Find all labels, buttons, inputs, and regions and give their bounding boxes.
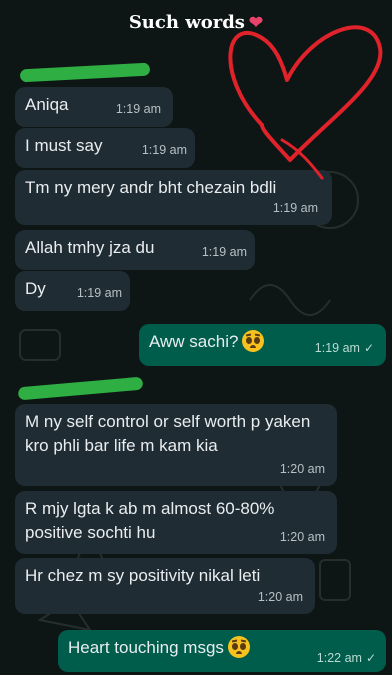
- message-text: Aniqa: [25, 95, 69, 114]
- outgoing-message[interactable]: Heart touching msgs 1:22 am ✓: [58, 630, 386, 672]
- message-text: R mjy lgta k ab m almost 60-80% positive…: [25, 499, 275, 542]
- message-time: 1:22 am ✓: [317, 646, 376, 670]
- message-text: I must say: [25, 136, 103, 155]
- message-time: 1:19 am ✓: [315, 336, 374, 360]
- message-text: Heart touching msgs: [68, 638, 224, 657]
- pleading-face-emoji-icon: [227, 636, 250, 658]
- outgoing-message[interactable]: Aww sachi? 1:19 am ✓: [139, 324, 386, 366]
- message-time: 1:20 am: [279, 462, 325, 476]
- message-text: Dy: [25, 279, 46, 298]
- incoming-message[interactable]: Tm ny mery andr bht chezain bdli 1:19 am: [15, 170, 332, 225]
- message-text: M ny self control or self worth p yaken …: [25, 412, 311, 455]
- sent-check-icon: ✓: [365, 651, 376, 665]
- message-time: 1:19 am: [141, 143, 187, 157]
- incoming-message[interactable]: I must say 1:19 am: [15, 128, 195, 168]
- message-text: Tm ny mery andr bht chezain bdli: [25, 178, 277, 197]
- message-time-text: 1:19 am: [314, 341, 360, 355]
- incoming-message[interactable]: M ny self control or self worth p yaken …: [15, 404, 337, 486]
- message-time: 1:19 am: [272, 201, 318, 215]
- message-time: 1:20 am: [257, 590, 303, 604]
- title-text: Such words: [128, 12, 245, 33]
- message-text: Allah tmhy jza du: [25, 238, 155, 257]
- screenshot-title: Such words ❤: [0, 12, 392, 33]
- message-time: 1:19 am: [115, 102, 161, 116]
- message-time: 1:19 am: [201, 245, 247, 259]
- incoming-message[interactable]: Allah tmhy jza du 1:19 am: [15, 230, 255, 270]
- incoming-message[interactable]: Dy 1:19 am: [15, 271, 130, 311]
- message-text: Aww sachi?: [149, 332, 239, 351]
- incoming-message[interactable]: Aniqa 1:19 am: [15, 87, 173, 127]
- message-time: 1:19 am: [76, 286, 122, 300]
- incoming-message[interactable]: R mjy lgta k ab m almost 60-80% positive…: [15, 491, 337, 554]
- sent-check-icon: ✓: [363, 341, 374, 355]
- incoming-message[interactable]: Hr chez m sy positivity nikal leti 1:20 …: [15, 558, 315, 614]
- message-time: 1:20 am: [279, 530, 325, 544]
- message-text: Hr chez m sy positivity nikal leti: [25, 566, 261, 585]
- heart-icon: ❤: [248, 13, 264, 33]
- pleading-face-emoji-icon: [242, 330, 265, 352]
- message-time-text: 1:22 am: [316, 651, 362, 665]
